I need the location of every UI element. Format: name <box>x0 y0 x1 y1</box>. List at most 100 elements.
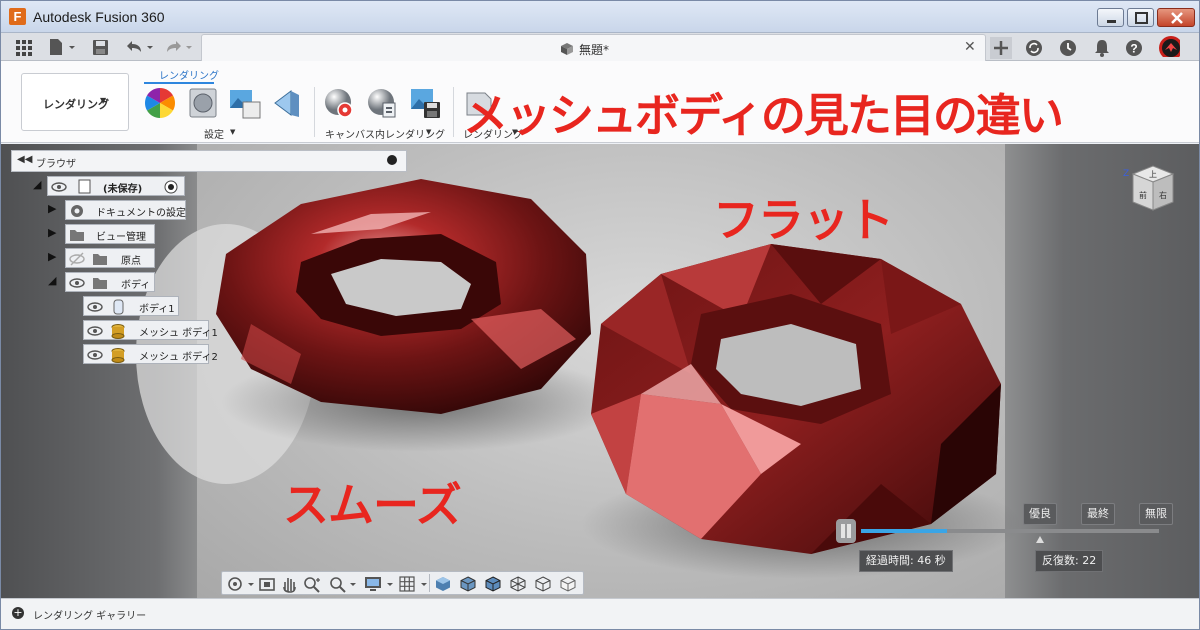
history-icon[interactable] <box>1057 37 1079 59</box>
view-cube[interactable]: Z 上 前 右 <box>1119 162 1179 218</box>
grid-settings-icon[interactable] <box>398 575 430 593</box>
eye-hidden-icon[interactable] <box>69 251 85 267</box>
active-tab-indicator <box>144 82 214 84</box>
texture-map-icon[interactable] <box>229 87 261 119</box>
close-icon <box>1171 12 1183 24</box>
activate-radio-icon[interactable] <box>163 179 179 195</box>
render-progress-bar <box>861 529 1159 533</box>
render-settings-icon[interactable] <box>366 87 398 119</box>
collapse-icon[interactable]: ◀◀ <box>17 154 32 165</box>
view-cube-right-label[interactable]: 右 <box>1159 190 1167 200</box>
pan-hand-icon[interactable] <box>280 575 298 593</box>
eye-icon[interactable] <box>51 179 67 195</box>
eye-icon[interactable] <box>87 323 103 339</box>
undo-icon[interactable] <box>123 37 157 57</box>
sync-icon[interactable] <box>1023 37 1045 59</box>
expand-triangle-icon[interactable]: ◢ <box>48 274 56 287</box>
browser-root-label: (未保存) <box>103 184 143 195</box>
fit-zoom-icon[interactable] <box>328 575 358 593</box>
expand-triangle-icon[interactable]: ▶ <box>48 250 56 263</box>
capture-image-icon[interactable] <box>409 87 441 119</box>
browser-node-label: ビュー管理 <box>96 232 146 243</box>
view-cube-top-label[interactable]: 上 <box>1149 170 1157 179</box>
maximize-button[interactable] <box>1127 8 1154 27</box>
eye-icon[interactable] <box>69 275 85 291</box>
view-cube-front-label[interactable]: 前 <box>1139 190 1147 200</box>
decal-icon[interactable] <box>271 87 303 119</box>
browser-node-bodies[interactable]: ボディ <box>65 272 155 292</box>
redo-icon[interactable] <box>163 37 197 57</box>
visual-style-shaded-edges-icon[interactable] <box>459 575 477 593</box>
chevron-down-icon: ▼ <box>230 128 236 136</box>
avatar[interactable] <box>1158 35 1180 57</box>
smooth-label: スムーズ <box>283 478 462 532</box>
navigation-bar <box>221 571 584 595</box>
pin-icon[interactable] <box>387 155 397 165</box>
browser-node-document-settings[interactable]: ドキュメントの設定 <box>65 200 186 220</box>
zoom-icon[interactable] <box>302 575 324 593</box>
bell-icon[interactable] <box>1091 37 1113 59</box>
component-icon <box>78 179 91 194</box>
grid-icon[interactable] <box>15 37 33 57</box>
appearance-icon[interactable] <box>144 87 176 119</box>
visual-style-shaded-icon[interactable] <box>434 575 452 593</box>
visual-style-hidden-edges-icon[interactable] <box>484 575 502 593</box>
help-icon[interactable]: ? <box>1123 37 1145 59</box>
in-canvas-render-icon[interactable] <box>323 87 355 119</box>
eye-icon[interactable] <box>87 299 103 315</box>
overlay-title: メッシュボディの見た目の違い <box>463 89 1064 142</box>
document-tab-label: 無題* <box>579 43 610 57</box>
display-settings-icon[interactable] <box>364 575 396 593</box>
browser-node-origin[interactable]: 原点 <box>65 248 155 268</box>
tab-close-icon[interactable]: ✕ <box>964 39 976 55</box>
document-tab[interactable]: 無題* ✕ <box>201 34 986 61</box>
scene-settings-icon[interactable] <box>187 87 219 119</box>
orbit-icon[interactable] <box>226 575 256 593</box>
workspace-switcher[interactable]: レンダリング ▼ <box>21 73 129 131</box>
browser-node-label: ボディ1 <box>139 304 175 315</box>
quality-good-button[interactable]: 優良 <box>1023 503 1057 525</box>
mesh-body-icon <box>111 348 125 363</box>
tab-rendering[interactable]: レンダリング <box>159 67 219 82</box>
file-icon[interactable] <box>47 37 79 57</box>
visual-style-plain-icon[interactable] <box>559 575 577 593</box>
browser-root-node[interactable]: (未保存) <box>47 176 185 196</box>
canvas-viewport[interactable]: ◀◀ ブラウザ ◢ (未保存) ▶ ドキュメントの設定 ▶ ビュー管理 ▶ 原点… <box>1 144 1199 598</box>
quality-infinite-button[interactable]: 無限 <box>1139 503 1173 525</box>
minimize-button[interactable] <box>1097 8 1124 27</box>
minimize-icon <box>1107 20 1116 23</box>
visual-style-outline-icon[interactable] <box>534 575 552 593</box>
title-bar: F Autodesk Fusion 360 <box>1 1 1199 33</box>
navbar-separator <box>429 574 430 592</box>
browser-node-mesh-body1[interactable]: メッシュ ボディ1 <box>83 320 218 340</box>
settings-group-label[interactable]: 設定 <box>204 126 224 141</box>
new-tab-icon[interactable] <box>990 37 1012 59</box>
pause-render-button[interactable] <box>836 519 856 543</box>
document-cube-icon <box>561 43 573 55</box>
browser-node-named-views[interactable]: ビュー管理 <box>65 224 155 244</box>
browser-node-label: ドキュメントの設定 <box>96 208 186 219</box>
app-logo: F <box>9 8 26 25</box>
iteration-count: 反復数: 22 <box>1035 550 1104 572</box>
visual-style-wireframe-icon[interactable] <box>509 575 527 593</box>
expand-triangle-icon[interactable]: ▶ <box>48 226 56 239</box>
look-at-icon[interactable] <box>258 575 276 593</box>
expand-triangle-icon[interactable]: ▶ <box>48 202 56 215</box>
maximize-icon <box>1135 12 1148 24</box>
browser-node-label: 原点 <box>121 256 141 267</box>
tab-bar: 無題* ✕ ? <box>1 33 1199 61</box>
eye-icon[interactable] <box>87 347 103 363</box>
rendering-gallery-label[interactable]: レンダリング ギャラリー <box>33 607 146 622</box>
rendering-gallery-bar: + レンダリング ギャラリー <box>1 598 1199 629</box>
body-icon <box>113 299 124 315</box>
browser-title: ブラウザ <box>36 159 76 170</box>
browser-node-label: メッシュ ボディ1 <box>139 328 218 339</box>
expand-gallery-icon[interactable]: + <box>12 607 24 619</box>
browser-node-body1[interactable]: ボディ1 <box>83 296 179 316</box>
quality-final-button[interactable]: 最終 <box>1081 503 1115 525</box>
expand-triangle-icon[interactable]: ◢ <box>33 178 41 191</box>
browser-node-mesh-body2[interactable]: メッシュ ボディ2 <box>83 344 218 364</box>
close-window-button[interactable] <box>1157 8 1195 27</box>
save-icon[interactable] <box>91 37 111 57</box>
gear-icon <box>71 205 83 217</box>
